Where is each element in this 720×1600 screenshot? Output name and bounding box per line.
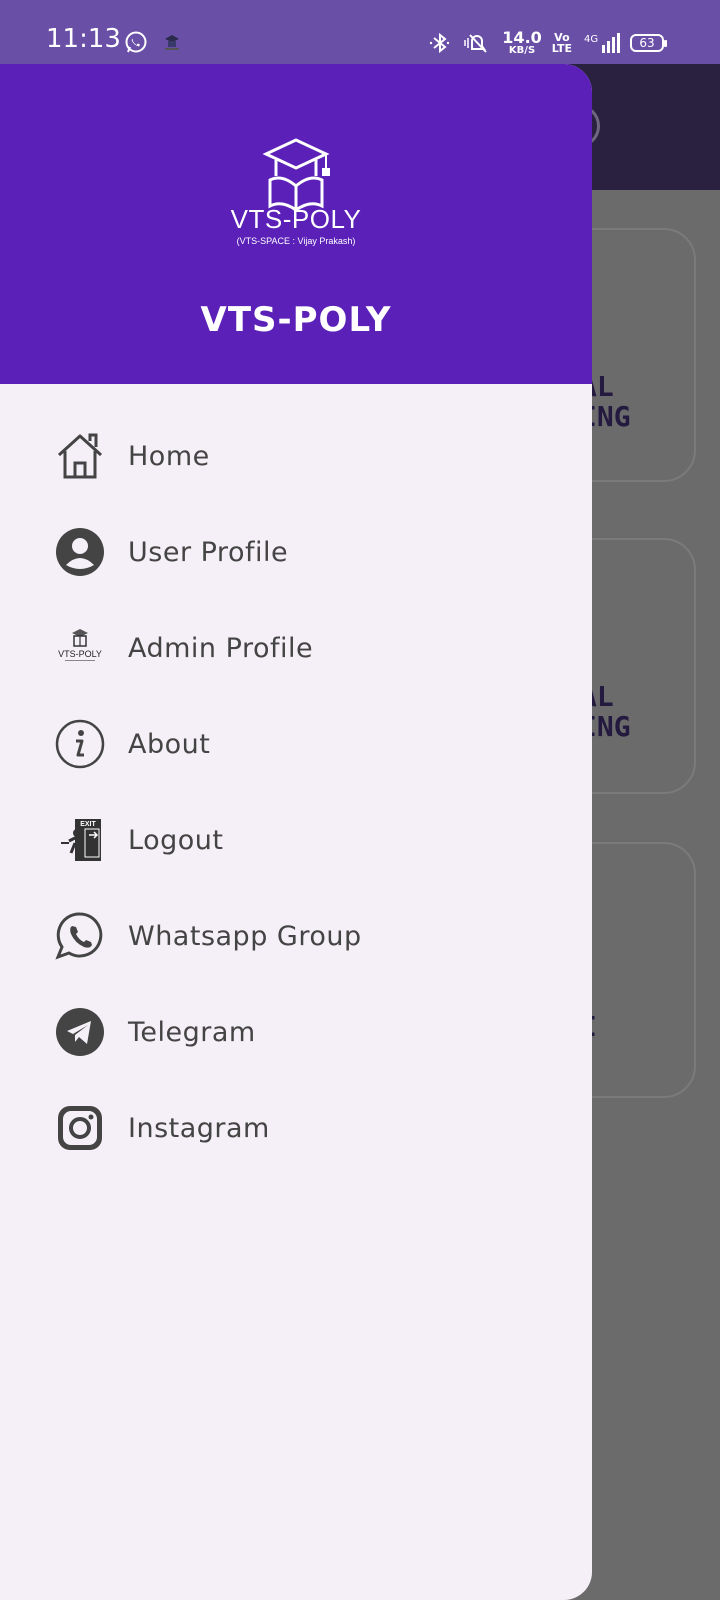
telegram-icon — [54, 1006, 106, 1058]
menu-item-admin-profile[interactable]: VTS-POLY Admin Profile — [0, 600, 592, 696]
navigation-drawer: VTS-POLY (VTS-SPACE : Vijay Prakash) VTS… — [0, 64, 592, 1600]
menu-item-about[interactable]: About — [0, 696, 592, 792]
svg-text:VTS-POLY: VTS-POLY — [58, 649, 102, 659]
exit-icon: EXIT — [54, 814, 106, 866]
menu-item-user-profile[interactable]: User Profile — [0, 504, 592, 600]
status-icons: 14.0 KB/S Vo LTE 4G 63 — [428, 28, 667, 58]
admin-logo-icon: VTS-POLY — [54, 622, 106, 674]
app-notification-icon — [165, 35, 179, 50]
instagram-icon — [54, 1102, 106, 1154]
volte-indicator: Vo LTE — [551, 31, 572, 55]
drawer-title: VTS-POLY — [200, 300, 392, 340]
menu-label: Instagram — [128, 1112, 270, 1144]
bluetooth-icon — [430, 32, 450, 54]
signal-icon: 4G — [584, 33, 620, 53]
logo-text: VTS-POLY — [230, 204, 362, 234]
menu-label: Whatsapp Group — [128, 920, 362, 952]
menu-label: Logout — [128, 824, 224, 856]
battery-indicator: 63 — [630, 34, 667, 52]
svg-text:EXIT: EXIT — [80, 821, 96, 828]
home-icon — [54, 430, 106, 482]
svg-text:4G: 4G — [584, 34, 598, 45]
network-speed: 14.0 KB/S — [502, 28, 542, 56]
menu-item-whatsapp-group[interactable]: Whatsapp Group — [0, 888, 592, 984]
menu-item-telegram[interactable]: Telegram — [0, 984, 592, 1080]
status-time: 11:13 — [46, 24, 121, 54]
menu-label: User Profile — [128, 536, 289, 568]
status-bar: 11:13 14.0 KB/S Vo LTE 4G 63 — [0, 0, 720, 64]
vibrate-icon — [464, 34, 488, 53]
menu-label: Telegram — [128, 1016, 256, 1048]
logo-subtext: (VTS-SPACE : Vijay Prakash) — [236, 236, 356, 246]
menu-label: Home — [128, 440, 210, 472]
whatsapp-icon — [54, 910, 106, 962]
user-profile-icon — [54, 526, 106, 578]
menu-item-logout[interactable]: EXIT Logout — [0, 792, 592, 888]
drawer-menu: Home User Profile VTS-POLY Admin Profile… — [0, 408, 592, 1176]
menu-label: About — [128, 728, 211, 760]
info-icon — [54, 718, 106, 770]
menu-label: Admin Profile — [128, 632, 314, 664]
drawer-header: VTS-POLY (VTS-SPACE : Vijay Prakash) VTS… — [0, 64, 592, 384]
whatsapp-notification-icon — [125, 31, 147, 53]
menu-item-instagram[interactable]: Instagram — [0, 1080, 592, 1176]
menu-item-home[interactable]: Home — [0, 408, 592, 504]
